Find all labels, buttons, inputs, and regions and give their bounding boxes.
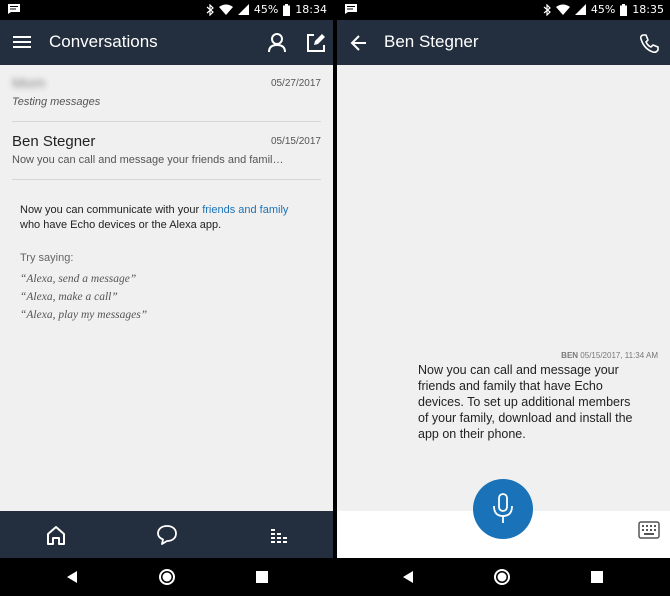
message-line: app on their phone.	[418, 427, 526, 441]
microphone-icon	[493, 493, 513, 523]
chat-screen: 45% 18:35 Ben Stegner BEN 05/15/2017, 11…	[337, 0, 670, 596]
phone-icon[interactable]	[638, 32, 660, 54]
message-line: friends and family that have Echo	[418, 379, 603, 393]
app-bar: Ben Stegner	[337, 20, 670, 65]
contact-name: Ben Stegner	[384, 32, 479, 51]
notification-icon	[8, 4, 20, 14]
person-icon[interactable]	[266, 32, 288, 54]
back-arrow-icon[interactable]	[348, 32, 370, 54]
back-icon[interactable]	[399, 567, 419, 587]
microphone-button[interactable]	[473, 479, 533, 539]
system-nav-bar	[337, 558, 670, 596]
info-text-after: who have Echo devices or the Alexa app.	[20, 219, 222, 231]
example-phrase: “Alexa, make a call”	[20, 291, 118, 303]
system-nav-bar	[0, 558, 333, 596]
status-bar: 45% 18:34	[0, 0, 333, 20]
battery-percent: 45%	[590, 3, 616, 16]
conversation-preview: Testing messages	[12, 96, 101, 108]
bottom-nav	[0, 511, 333, 558]
status-time: 18:35	[632, 3, 664, 16]
battery-icon	[620, 3, 628, 16]
home-icon[interactable]	[44, 523, 68, 547]
status-bar: 45% 18:35	[337, 0, 670, 20]
message-sender: BEN	[561, 351, 579, 360]
notification-icon	[345, 4, 357, 14]
wifi-icon	[555, 4, 570, 15]
conversation-icon[interactable]	[155, 523, 179, 547]
friends-family-link[interactable]: friends and family	[202, 204, 288, 216]
keyboard-icon[interactable]	[638, 521, 660, 539]
example-phrase: “Alexa, send a message”	[20, 273, 137, 285]
conversation-date: 05/15/2017	[270, 136, 321, 147]
conversations-screen: 45% 18:34 Conversations Mom 05/27/2017 T…	[0, 0, 333, 596]
bluetooth-icon	[206, 3, 214, 16]
message-line: Now you can call and message your	[418, 363, 619, 377]
conversation-name: Mom	[12, 75, 46, 92]
signal-icon	[574, 4, 586, 15]
home-button-icon[interactable]	[492, 567, 512, 587]
wifi-icon	[218, 4, 233, 15]
try-saying-label: Try saying:	[20, 252, 74, 264]
app-bar: Conversations	[0, 20, 333, 65]
conversation-date: 05/27/2017	[270, 78, 321, 89]
info-text: Now you can communicate with your friend…	[20, 203, 320, 233]
signal-icon	[237, 4, 249, 15]
page-title: Conversations	[49, 32, 158, 51]
message-line: of your family, download and install the	[418, 411, 633, 425]
back-icon[interactable]	[63, 567, 83, 587]
message-bubble: Now you can call and message your friend…	[418, 362, 662, 442]
conversation-item[interactable]: Ben Stegner 05/15/2017 Now you can call …	[12, 123, 321, 180]
bluetooth-icon	[543, 3, 551, 16]
equalizer-icon[interactable]	[268, 523, 292, 547]
recents-icon[interactable]	[587, 567, 607, 587]
compose-icon[interactable]	[305, 32, 327, 54]
conversation-preview: Now you can call and message your friend…	[12, 154, 284, 166]
home-button-icon[interactable]	[157, 567, 177, 587]
battery-percent: 45%	[253, 3, 279, 16]
example-phrase: “Alexa, play my messages”	[20, 309, 148, 321]
message-line: devices. To set up additional members	[418, 395, 631, 409]
conversation-name: Ben Stegner	[12, 133, 96, 150]
message-timestamp: 05/15/2017, 11:34 AM	[580, 351, 658, 360]
battery-icon	[283, 3, 291, 16]
info-text-before: Now you can communicate with your	[20, 204, 203, 216]
conversation-item[interactable]: Mom 05/27/2017 Testing messages	[12, 65, 321, 122]
status-time: 18:34	[295, 3, 327, 16]
menu-icon[interactable]	[13, 33, 31, 51]
message-meta: BEN 05/15/2017, 11:34 AM	[561, 351, 658, 360]
recents-icon[interactable]	[252, 567, 272, 587]
